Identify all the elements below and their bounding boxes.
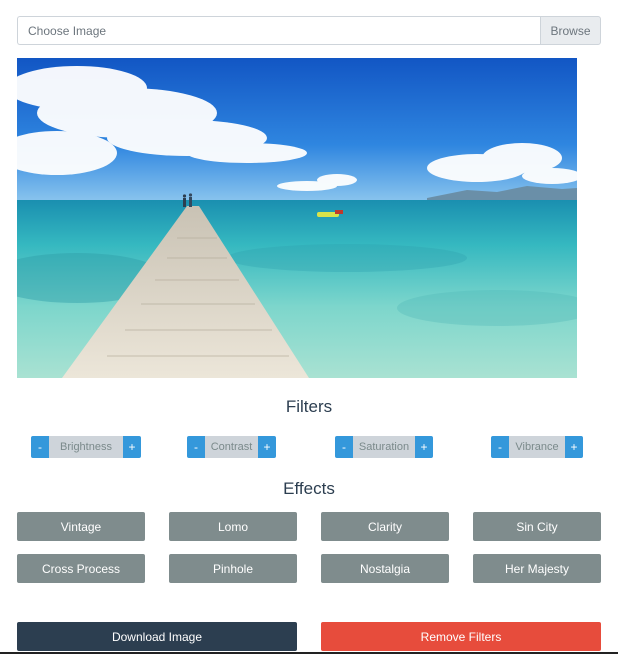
contrast-decrease-button[interactable]: - [187,436,205,458]
brightness-increase-button[interactable]: + [123,436,141,458]
contrast-increase-button[interactable]: + [258,436,276,458]
effects-title: Effects [283,479,335,498]
effect-pinhole-button[interactable]: Pinhole [169,554,297,583]
choose-image-input[interactable] [17,16,540,45]
saturation-decrease-button[interactable]: - [335,436,353,458]
effect-her-majesty-button[interactable]: Her Majesty [473,554,601,583]
browse-button[interactable]: Browse [540,16,601,45]
remove-filters-button[interactable]: Remove Filters [321,622,601,651]
contrast-stepper: - Contrast + [187,436,276,458]
saturation-label: Saturation [353,436,415,458]
bottom-divider [0,652,618,654]
pier-photo [17,58,577,378]
filters-title: Filters [285,397,333,416]
image-canvas [17,58,577,378]
brightness-label: Brightness [49,436,123,458]
saturation-stepper: - Saturation + [335,436,433,458]
brightness-decrease-button[interactable]: - [31,436,49,458]
effect-vintage-button[interactable]: Vintage [17,512,145,541]
effect-nostalgia-button[interactable]: Nostalgia [321,554,449,583]
vibrance-stepper: - Vibrance + [491,436,583,458]
file-chooser: Browse [17,16,601,45]
effect-sin-city-button[interactable]: Sin City [473,512,601,541]
vibrance-increase-button[interactable]: + [565,436,583,458]
vibrance-decrease-button[interactable]: - [491,436,509,458]
vibrance-label: Vibrance [509,436,565,458]
effect-cross-process-button[interactable]: Cross Process [17,554,145,583]
saturation-increase-button[interactable]: + [415,436,433,458]
download-image-button[interactable]: Download Image [17,622,297,651]
effect-lomo-button[interactable]: Lomo [169,512,297,541]
contrast-label: Contrast [205,436,258,458]
brightness-stepper: - Brightness + [31,436,141,458]
effect-clarity-button[interactable]: Clarity [321,512,449,541]
